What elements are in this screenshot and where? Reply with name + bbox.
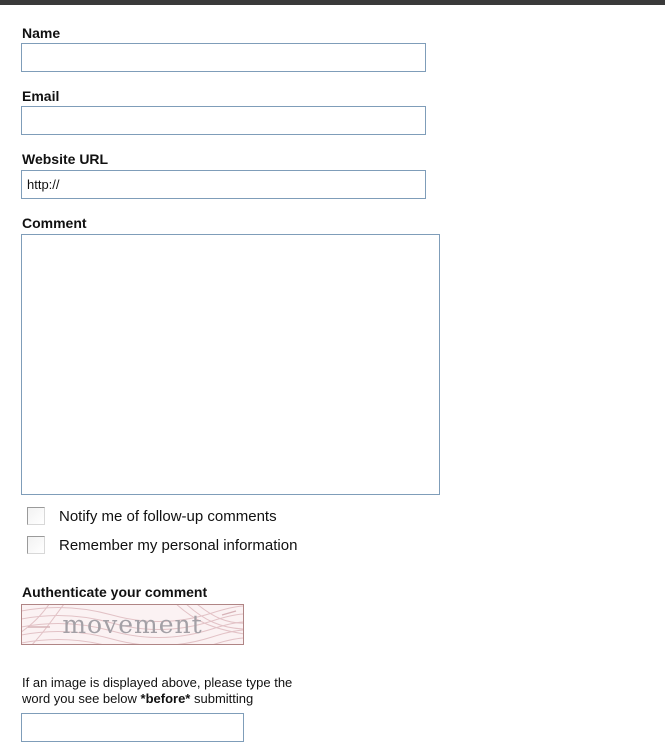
remember-option[interactable]: Remember my personal information xyxy=(27,534,297,556)
name-input[interactable] xyxy=(21,43,426,72)
captcha-instructions-line1: If an image is displayed above, please t… xyxy=(22,675,293,690)
email-label: Email xyxy=(22,88,60,104)
notify-checkbox[interactable] xyxy=(27,507,45,525)
notify-label: Notify me of follow-up comments xyxy=(59,507,277,525)
remember-checkbox[interactable] xyxy=(27,536,45,554)
comment-label: Comment xyxy=(22,215,87,231)
email-input[interactable] xyxy=(21,106,426,135)
captcha-instructions: If an image is displayed above, please t… xyxy=(22,675,442,707)
remember-label: Remember my personal information xyxy=(59,536,298,554)
website-url-label: Website URL xyxy=(22,151,109,167)
captcha-word: movement xyxy=(62,610,203,639)
captcha-instructions-line2-pre: word you see below xyxy=(22,691,141,706)
website-url-input[interactable] xyxy=(21,170,426,199)
comment-textarea[interactable] xyxy=(21,234,440,495)
captcha-input[interactable] xyxy=(21,713,244,742)
captcha-instructions-line2-post: submitting xyxy=(190,691,254,706)
top-border xyxy=(0,0,665,5)
captcha-image: movement xyxy=(21,604,244,645)
notify-option[interactable]: Notify me of follow-up comments xyxy=(27,505,277,527)
captcha-instructions-emphasis: *before* xyxy=(140,691,191,706)
authenticate-label: Authenticate your comment xyxy=(22,584,208,600)
name-label: Name xyxy=(22,25,61,41)
